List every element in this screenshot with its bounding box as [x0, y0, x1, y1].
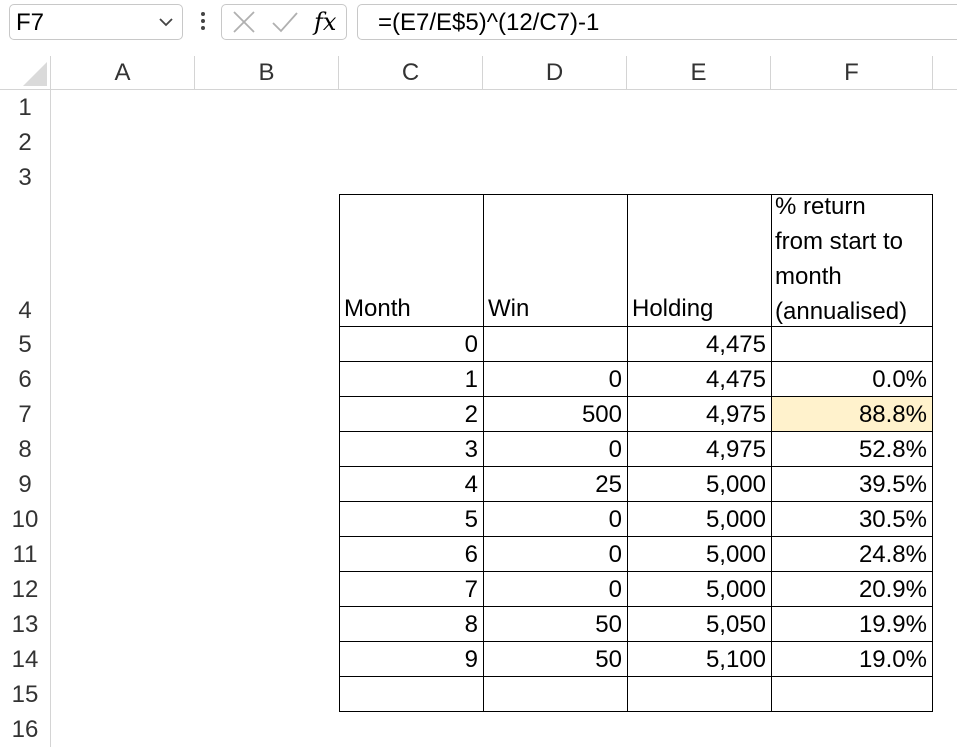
- more-options-icon[interactable]: [196, 8, 210, 34]
- row-header-14[interactable]: 14: [0, 642, 51, 677]
- header-win: Win: [488, 295, 530, 322]
- header-return-cell[interactable]: % return from start to month (annualised…: [772, 195, 933, 327]
- row-header-2[interactable]: 2: [0, 125, 51, 160]
- row-header-5[interactable]: 5: [0, 327, 51, 362]
- row-header-16[interactable]: 16: [0, 712, 51, 747]
- row-header-1[interactable]: 1: [0, 90, 51, 125]
- cell-d14[interactable]: 50: [484, 642, 628, 677]
- header-win-cell[interactable]: Win: [484, 195, 628, 327]
- select-all-triangle-icon: [23, 62, 47, 86]
- column-header-f[interactable]: F: [771, 56, 933, 90]
- cell-c15[interactable]: [340, 677, 484, 712]
- cell-d5[interactable]: [484, 327, 628, 362]
- cell-e15[interactable]: [628, 677, 772, 712]
- cell-d13[interactable]: 50: [484, 607, 628, 642]
- cell-c11[interactable]: 6: [340, 537, 484, 572]
- column-header-a[interactable]: A: [51, 56, 195, 90]
- row-header-3[interactable]: 3: [0, 160, 51, 195]
- chevron-down-icon[interactable]: [156, 12, 176, 32]
- name-box[interactable]: F7: [9, 4, 183, 40]
- cell-f10[interactable]: 30.5%: [772, 502, 933, 537]
- insert-function-icon[interactable]: fx: [314, 5, 344, 39]
- cell-c12[interactable]: 7: [340, 572, 484, 607]
- header-return-line-2: from start to: [775, 228, 904, 255]
- cell-f5[interactable]: [772, 327, 933, 362]
- cell-c13[interactable]: 8: [340, 607, 484, 642]
- cell-e12[interactable]: 5,000: [628, 572, 772, 607]
- row-header-4[interactable]: 4: [0, 195, 51, 327]
- cell-c5[interactable]: 0: [340, 327, 484, 362]
- column-header-b[interactable]: B: [195, 56, 339, 90]
- header-month-cell[interactable]: Month: [340, 195, 484, 327]
- column-header-d[interactable]: D: [483, 56, 627, 90]
- cell-e7[interactable]: 4,975: [628, 397, 772, 432]
- cell-d15[interactable]: [484, 677, 628, 712]
- cell-f11[interactable]: 24.8%: [772, 537, 933, 572]
- formula-text: =(E7/E$5)^(12/C7)-1: [378, 9, 600, 36]
- cell-f15[interactable]: [772, 677, 933, 712]
- cell-e8[interactable]: 4,975: [628, 432, 772, 467]
- cell-d8[interactable]: 0: [484, 432, 628, 467]
- cell-c9[interactable]: 4: [340, 467, 484, 502]
- row-header-10[interactable]: 10: [0, 502, 51, 537]
- cell-d10[interactable]: 0: [484, 502, 628, 537]
- formula-bar: F7 fx =(E7/E$5)^(12/C7)-1: [0, 0, 957, 48]
- cell-d12[interactable]: 0: [484, 572, 628, 607]
- cell-c7[interactable]: 2: [340, 397, 484, 432]
- header-return-line-3: month: [775, 263, 842, 290]
- row-header-4-label: 4: [18, 297, 32, 324]
- cell-e10[interactable]: 5,000: [628, 502, 772, 537]
- cell-f6[interactable]: 0.0%: [772, 362, 933, 397]
- cell-c10[interactable]: 5: [340, 502, 484, 537]
- select-all-corner[interactable]: [0, 56, 51, 90]
- cancel-icon[interactable]: [230, 5, 258, 39]
- cell-c8[interactable]: 3: [340, 432, 484, 467]
- name-box-value: F7: [16, 9, 45, 36]
- row-header-15[interactable]: 15: [0, 677, 51, 712]
- cell-d6[interactable]: 0: [484, 362, 628, 397]
- enter-check-icon[interactable]: [270, 5, 300, 39]
- cell-f8[interactable]: 52.8%: [772, 432, 933, 467]
- cell-f14[interactable]: 19.0%: [772, 642, 933, 677]
- formula-input[interactable]: =(E7/E$5)^(12/C7)-1: [357, 4, 957, 40]
- row-header-9[interactable]: 9: [0, 467, 51, 502]
- row-header-13[interactable]: 13: [0, 607, 51, 642]
- cell-f12[interactable]: 20.9%: [772, 572, 933, 607]
- header-holding-cell[interactable]: Holding: [628, 195, 772, 327]
- cell-c14[interactable]: 9: [340, 642, 484, 677]
- cell-e6[interactable]: 4,475: [628, 362, 772, 397]
- header-month: Month: [344, 295, 411, 322]
- cell-d11[interactable]: 0: [484, 537, 628, 572]
- cell-f13[interactable]: 19.9%: [772, 607, 933, 642]
- cell-e5[interactable]: 4,475: [628, 327, 772, 362]
- row-header-8[interactable]: 8: [0, 432, 51, 467]
- cell-e14[interactable]: 5,100: [628, 642, 772, 677]
- row-header-6[interactable]: 6: [0, 362, 51, 397]
- column-header-g-partial[interactable]: [933, 56, 957, 90]
- row-header-12[interactable]: 12: [0, 572, 51, 607]
- header-holding: Holding: [632, 295, 714, 322]
- cell-e9[interactable]: 5,000: [628, 467, 772, 502]
- cell-f9[interactable]: 39.5%: [772, 467, 933, 502]
- row-header-7[interactable]: 7: [0, 397, 51, 432]
- row-header-11[interactable]: 11: [0, 537, 51, 572]
- cell-f7-selected[interactable]: 88.8%: [772, 397, 933, 432]
- formula-buttons: fx: [221, 4, 347, 40]
- cell-e13[interactable]: 5,050: [628, 607, 772, 642]
- cell-d7[interactable]: 500: [484, 397, 628, 432]
- header-return-line-4: (annualised): [775, 298, 908, 325]
- cell-d9[interactable]: 25: [484, 467, 628, 502]
- cell-e11[interactable]: 5,000: [628, 537, 772, 572]
- header-return-line-1: % return: [775, 195, 866, 220]
- column-header-e[interactable]: E: [627, 56, 771, 90]
- column-header-c[interactable]: C: [339, 56, 483, 90]
- cell-c6[interactable]: 1: [340, 362, 484, 397]
